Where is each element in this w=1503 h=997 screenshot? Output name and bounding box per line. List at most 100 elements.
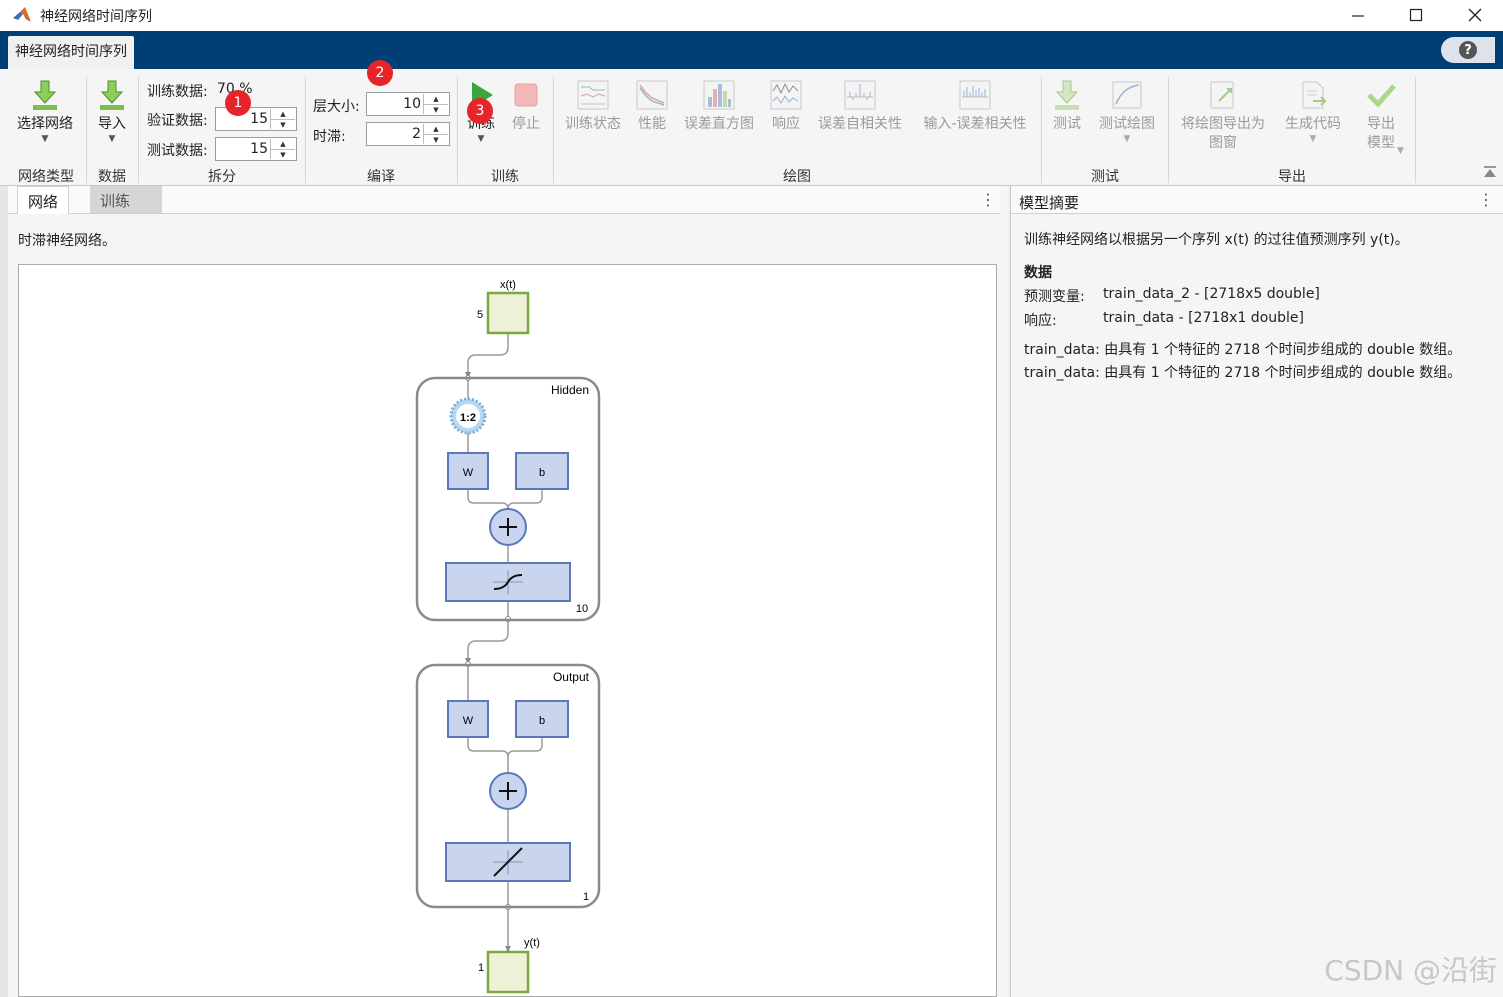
- close-button[interactable]: [1463, 4, 1487, 26]
- final-output-size: 1: [478, 962, 484, 974]
- matlab-logo-icon: [12, 6, 32, 28]
- download-arrow-icon: [33, 80, 57, 110]
- group-network-type: 网络类型: [18, 169, 74, 185]
- input-node: [486, 291, 530, 335]
- training-state-icon: [577, 80, 609, 110]
- select-network-label: 选择网络: [17, 116, 73, 132]
- stop-icon: [514, 83, 538, 107]
- validation-data-value: 15: [250, 111, 268, 127]
- output-weight-label: W: [463, 715, 474, 727]
- layer-size-spinner[interactable]: 10 ▲ ▼: [366, 92, 450, 116]
- annotation-badge-2: 2: [367, 60, 393, 86]
- error-histogram-button[interactable]: 误差直方图: [680, 79, 758, 133]
- stop-button-label: 停止: [512, 116, 540, 132]
- layer-size-value: 10: [403, 96, 421, 112]
- spin-up-icon[interactable]: ▲: [424, 124, 448, 135]
- test-data-spinner[interactable]: 15 ▲ ▼: [215, 137, 297, 161]
- error-autocorrelation-button[interactable]: 误差自相关性: [814, 79, 906, 133]
- train-data-label: 训练数据:: [147, 84, 208, 100]
- hidden-bias-label: b: [539, 467, 545, 479]
- export-figure-label: 将绘图导出为 图窗: [1181, 116, 1265, 151]
- histogram-icon: [703, 80, 735, 110]
- response-label: 响应:: [1024, 313, 1057, 329]
- chevron-down-icon: ▼: [108, 134, 116, 144]
- chevron-down-icon: ▼: [477, 134, 485, 144]
- collapse-ribbon-icon[interactable]: [1483, 165, 1497, 183]
- group-train: 训练: [491, 169, 519, 185]
- select-network-button[interactable]: 选择网络 ▼: [12, 79, 78, 145]
- tab-network[interactable]: 网络: [17, 186, 70, 214]
- spin-down-icon[interactable]: ▼: [424, 135, 448, 145]
- export-model-button[interactable]: 导出 模型: [1356, 79, 1406, 153]
- spinner-arrows[interactable]: ▲ ▼: [270, 139, 295, 159]
- spin-down-icon[interactable]: ▼: [424, 105, 448, 115]
- window-title-bar: 神经网络时间序列: [0, 0, 1503, 31]
- network-diagram-svg: x(t) 5 Hidden 1:2 W b 10 Output W b 1 y(…: [415, 279, 601, 994]
- summary-description: 训练神经网络以根据另一个序列 x(t) 的过往值预测序列 y(t)。: [1024, 232, 1409, 248]
- maximize-button[interactable]: [1404, 4, 1428, 26]
- chevron-down-icon: ▼: [1123, 134, 1131, 144]
- export-plot-to-figure-button[interactable]: 将绘图导出为 图窗: [1176, 79, 1270, 153]
- spinner-arrows[interactable]: ▲ ▼: [423, 124, 448, 144]
- data-note-1: train_data: 由具有 1 个特征的 2718 个时间步组成的 doub…: [1024, 342, 1462, 358]
- delay-spinner[interactable]: 2 ▲ ▼: [366, 122, 450, 146]
- spinner-arrows[interactable]: ▲ ▼: [423, 94, 448, 114]
- annotation-badge-1: 1: [225, 90, 251, 116]
- group-compile: 编译: [367, 169, 395, 185]
- data-note-2: train_data: 由具有 1 个特征的 2718 个时间步组成的 doub…: [1024, 365, 1462, 381]
- spin-down-icon[interactable]: ▼: [271, 120, 295, 130]
- output-label: y(t): [524, 937, 540, 949]
- delay-label: 时滞:: [313, 129, 346, 145]
- spin-up-icon[interactable]: ▲: [271, 139, 295, 150]
- spinner-arrows[interactable]: ▲ ▼: [270, 109, 295, 129]
- response-button[interactable]: 响应: [769, 79, 803, 133]
- more-options-icon[interactable]: ⋮: [1478, 190, 1494, 209]
- stop-button[interactable]: 停止: [508, 79, 544, 133]
- output-layer-title: Output: [553, 670, 590, 684]
- export-model-label: 导出 模型: [1367, 116, 1395, 151]
- chevron-down-icon[interactable]: ▼: [1397, 146, 1404, 156]
- error-histogram-label: 误差直方图: [684, 116, 754, 132]
- more-options-icon[interactable]: ⋮: [980, 190, 996, 209]
- test-arrow-icon: [1055, 80, 1079, 110]
- model-summary-pane: [1010, 186, 1503, 997]
- minimize-button[interactable]: [1346, 4, 1370, 26]
- generate-code-button[interactable]: 生成代码 ▼: [1281, 79, 1345, 145]
- group-divider: [138, 77, 139, 183]
- group-export: 导出: [1278, 169, 1306, 185]
- predictor-value: train_data_2 - [2718x5 double]: [1103, 286, 1320, 302]
- test-plot-button[interactable]: 测试绘图 ▼: [1095, 79, 1159, 145]
- performance-button[interactable]: 性能: [636, 79, 668, 133]
- group-split: 拆分: [208, 169, 236, 185]
- performance-label: 性能: [638, 116, 666, 132]
- import-data-button[interactable]: 导入 ▼: [94, 79, 130, 145]
- background-window-edge: [0, 186, 8, 997]
- app-tab-strip: 神经网络时间序列 ?: [0, 31, 1503, 69]
- tab-training[interactable]: 训练: [90, 186, 162, 213]
- toolstrip-ribbon: 选择网络 ▼ 网络类型 导入 ▼ 数据 训练数据: 70 % 验证数据: 15 …: [0, 69, 1503, 186]
- generate-code-label: 生成代码: [1285, 116, 1341, 132]
- output-bias-label: b: [539, 715, 545, 727]
- chevron-down-icon: ▼: [1309, 134, 1317, 144]
- group-test: 测试: [1091, 169, 1119, 185]
- spin-up-icon[interactable]: ▲: [271, 109, 295, 120]
- autocorrelation-icon: [844, 80, 876, 110]
- output-layer-size: 1: [583, 891, 589, 903]
- input-error-correlation-button[interactable]: 输入-误差相关性: [918, 79, 1032, 133]
- group-plots: 绘图: [783, 169, 811, 185]
- input-size: 5: [477, 309, 483, 321]
- model-summary-title: 模型摘要: [1019, 194, 1080, 212]
- tab-neural-time-series[interactable]: 神经网络时间序列: [8, 36, 134, 69]
- group-divider: [1415, 77, 1416, 183]
- help-button[interactable]: ?: [1441, 37, 1495, 63]
- test-data-label: 测试数据:: [147, 143, 208, 159]
- window-title: 神经网络时间序列: [40, 9, 152, 25]
- training-state-button[interactable]: 训练状态: [561, 79, 625, 133]
- group-data: 数据: [98, 169, 126, 185]
- hidden-layer-size: 10: [576, 603, 588, 615]
- spin-up-icon[interactable]: ▲: [424, 94, 448, 105]
- response-value: train_data - [2718x1 double]: [1103, 310, 1304, 326]
- chevron-down-icon: ▼: [41, 134, 49, 144]
- test-button[interactable]: 测试: [1050, 79, 1084, 133]
- spin-down-icon[interactable]: ▼: [271, 150, 295, 160]
